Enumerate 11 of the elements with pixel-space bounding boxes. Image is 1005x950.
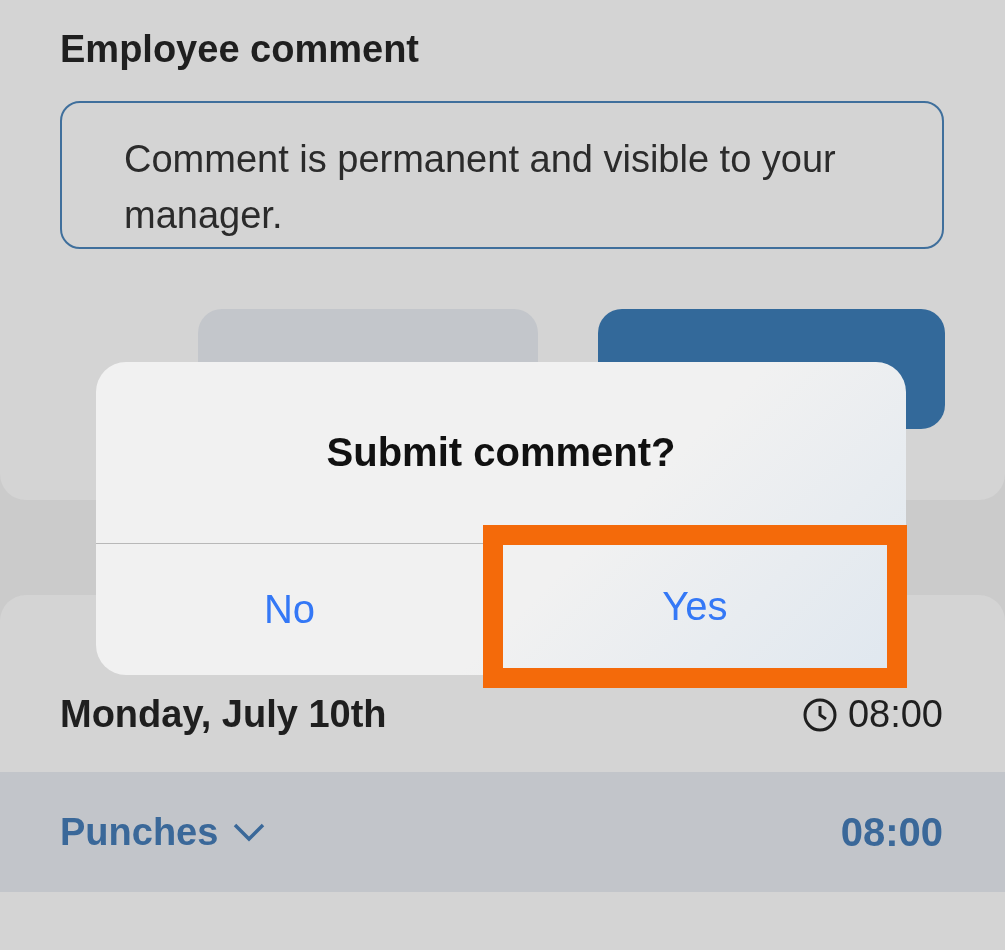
hours-total: 08:00 [847, 693, 943, 736]
punches-total: 08:00 [840, 809, 943, 855]
section-title: Employee comment [60, 28, 420, 71]
punches-toggle[interactable]: Punches [60, 810, 267, 854]
dialog-title: Submit comment? [326, 430, 676, 475]
dialog-action[interactable]: Yes [483, 525, 907, 688]
clock-icon [801, 696, 838, 733]
comment-field[interactable]: Comment is permanent and visible to your manager. [60, 101, 944, 249]
chevron-icon [232, 822, 267, 842]
date-label: Monday, July 10th [60, 693, 387, 736]
dialog-action[interactable]: No [96, 544, 483, 675]
